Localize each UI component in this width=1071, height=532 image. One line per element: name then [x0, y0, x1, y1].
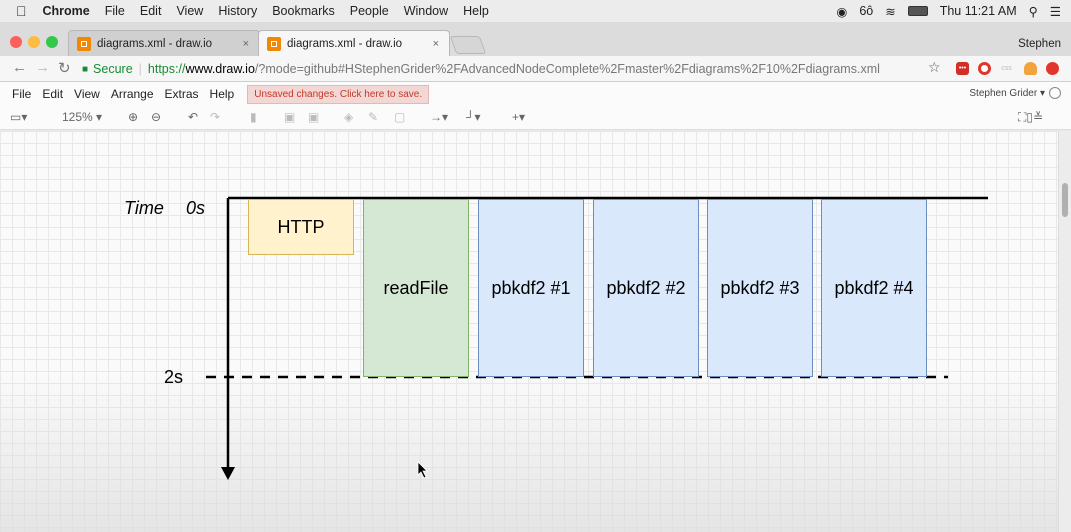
http-box[interactable]: HTTP	[248, 199, 354, 255]
menu-view[interactable]: View	[176, 4, 203, 18]
redo-icon[interactable]: ↷	[210, 110, 220, 124]
menu-bookmarks[interactable]: Bookmarks	[272, 4, 335, 18]
window-close-button[interactable]	[10, 36, 22, 48]
scrollbar-thumb[interactable]	[1062, 183, 1068, 217]
url-path: /?mode=github#HStephenGrider%2FAdvancedN…	[254, 62, 880, 76]
extension-metamask-icon[interactable]	[1024, 62, 1037, 75]
tab-title: diagrams.xml - draw.io	[97, 37, 213, 50]
reload-icon[interactable]: ↻	[58, 59, 71, 77]
readfile-box[interactable]: readFile	[363, 199, 469, 377]
new-tab-button[interactable]	[449, 36, 487, 54]
back-arrow-icon[interactable]: ←	[12, 59, 27, 76]
browser-tab-strip: diagrams.xml - draw.io × diagrams.xml - …	[0, 22, 1071, 56]
globe-icon[interactable]	[1049, 87, 1061, 99]
shadow-icon[interactable]: ▢	[394, 110, 405, 124]
extension-adblock-icon[interactable]	[1046, 62, 1059, 75]
extension-opera-icon[interactable]	[978, 62, 991, 75]
zoom-in-icon[interactable]: ⊕	[128, 110, 138, 124]
bookmark-star-icon[interactable]: ☆	[928, 59, 941, 76]
box-label: pbkdf2 #2	[606, 277, 686, 298]
extension-lastpass-icon[interactable]: •••	[956, 62, 969, 75]
drawio-toolbar: ▭▾ 125% ▾ ⊕ ⊖ ↶ ↷ ▮ ▣ ▣ ◈ ✎ ▢ →▾ ┘▾ +▾ ⛶…	[0, 106, 1071, 130]
browser-tab[interactable]: diagrams.xml - draw.io ×	[68, 30, 260, 56]
profile-button[interactable]: Stephen	[1018, 38, 1061, 50]
drawio-menu-arrange[interactable]: Arrange	[111, 87, 154, 101]
drawio-menu-file[interactable]: File	[12, 87, 31, 101]
browser-toolbar: ← → ↻ ■ Secure | https:// www.draw.io /?…	[0, 56, 1071, 82]
menu-help[interactable]: Help	[463, 4, 489, 18]
undo-icon[interactable]: ↶	[188, 110, 198, 124]
fullscreen-icon[interactable]: ⛶▯≚	[1018, 110, 1043, 125]
url-scheme: https://	[147, 62, 186, 76]
window-zoom-button[interactable]	[46, 36, 58, 48]
wifi-icon[interactable]: ≋	[885, 4, 895, 19]
address-bar[interactable]: ■ Secure | https:// www.draw.io /?mode=g…	[82, 59, 922, 79]
zoom-out-icon[interactable]: ⊖	[151, 110, 161, 124]
menu-edit[interactable]: Edit	[140, 4, 162, 18]
unsaved-changes-button[interactable]: Unsaved changes. Click here to save.	[247, 84, 430, 104]
start-time-label: 0s	[186, 198, 206, 218]
secure-label: Secure	[93, 62, 133, 76]
tab-close-icon[interactable]: ×	[433, 38, 439, 50]
fill-color-icon[interactable]: ◈	[344, 110, 353, 124]
insert-plus-icon[interactable]: +▾	[512, 110, 525, 124]
delete-icon[interactable]: ▮	[250, 110, 257, 124]
line-color-icon[interactable]: ✎	[368, 110, 378, 124]
tab-title: diagrams.xml - draw.io	[287, 37, 403, 50]
box-label: pbkdf2 #1	[491, 277, 571, 298]
url-host: www.draw.io	[185, 62, 255, 76]
user-menu[interactable]: Stephen Grider ▾	[969, 88, 1045, 99]
time-label: Time	[124, 198, 164, 218]
battery-icon[interactable]	[907, 6, 928, 16]
notification-center-icon[interactable]: ☰	[1050, 4, 1061, 19]
record-icon[interactable]: ◉	[836, 4, 847, 19]
connection-style-icon[interactable]: →▾	[430, 110, 448, 124]
box-label: pbkdf2 #3	[720, 277, 800, 298]
pbkdf2-box-4[interactable]: pbkdf2 #4	[821, 199, 927, 377]
glasses-icon[interactable]: 6ô	[859, 4, 873, 18]
menu-file[interactable]: File	[105, 4, 125, 18]
forward-arrow-icon[interactable]: →	[35, 59, 50, 76]
divider: |	[138, 62, 142, 76]
tab-close-icon[interactable]: ×	[243, 38, 249, 50]
window-minimize-button[interactable]	[28, 36, 40, 48]
zoom-select[interactable]: 125% ▾	[62, 110, 102, 124]
box-label: readFile	[383, 277, 449, 298]
menu-chrome[interactable]: Chrome	[43, 4, 90, 18]
format-panel-icon[interactable]: ▭▾	[10, 110, 27, 124]
drawio-menu-help[interactable]: Help	[210, 87, 235, 101]
pbkdf2-box-3[interactable]: pbkdf2 #3	[707, 199, 813, 377]
diagram-canvas[interactable]: Time 0s 2s HTTP readFile pbkdf2 #1 pbkdf…	[0, 131, 1058, 532]
arrowhead-icon	[221, 467, 235, 480]
pbkdf2-box-1[interactable]: pbkdf2 #1	[478, 199, 584, 377]
box-label: pbkdf2 #4	[834, 277, 914, 298]
clock[interactable]: Thu 11:21 AM	[940, 4, 1017, 18]
waypoint-style-icon[interactable]: ┘▾	[466, 110, 481, 124]
drawio-menu-view[interactable]: View	[74, 87, 100, 101]
to-back-icon[interactable]: ▣	[308, 110, 319, 124]
browser-tab-active[interactable]: diagrams.xml - draw.io ×	[258, 30, 450, 56]
mouse-cursor-icon	[417, 461, 428, 479]
drawio-menu-edit[interactable]: Edit	[42, 87, 63, 101]
to-front-icon[interactable]: ▣	[284, 110, 295, 124]
drawio-menu-bar: File Edit View Arrange Extras Help Unsav…	[0, 82, 1071, 106]
drawio-favicon-icon	[77, 36, 91, 51]
box-label: HTTP	[277, 216, 325, 237]
lock-icon: ■	[82, 63, 89, 75]
apple-icon[interactable]: 	[16, 3, 27, 19]
menu-people[interactable]: People	[350, 4, 389, 18]
vertical-scrollbar[interactable]	[1058, 131, 1071, 532]
end-time-label: 2s	[164, 367, 184, 387]
pbkdf2-box-2[interactable]: pbkdf2 #2	[593, 199, 699, 377]
menu-window[interactable]: Window	[404, 4, 448, 18]
drawio-favicon-icon	[267, 36, 281, 51]
spotlight-search-icon[interactable]: ⚲	[1029, 4, 1038, 19]
extension-css-icon[interactable]: css	[1000, 62, 1013, 75]
menu-history[interactable]: History	[218, 4, 257, 18]
drawio-menu-extras[interactable]: Extras	[165, 87, 199, 101]
macos-menu-bar:  Chrome File Edit View History Bookmark…	[0, 0, 1071, 22]
